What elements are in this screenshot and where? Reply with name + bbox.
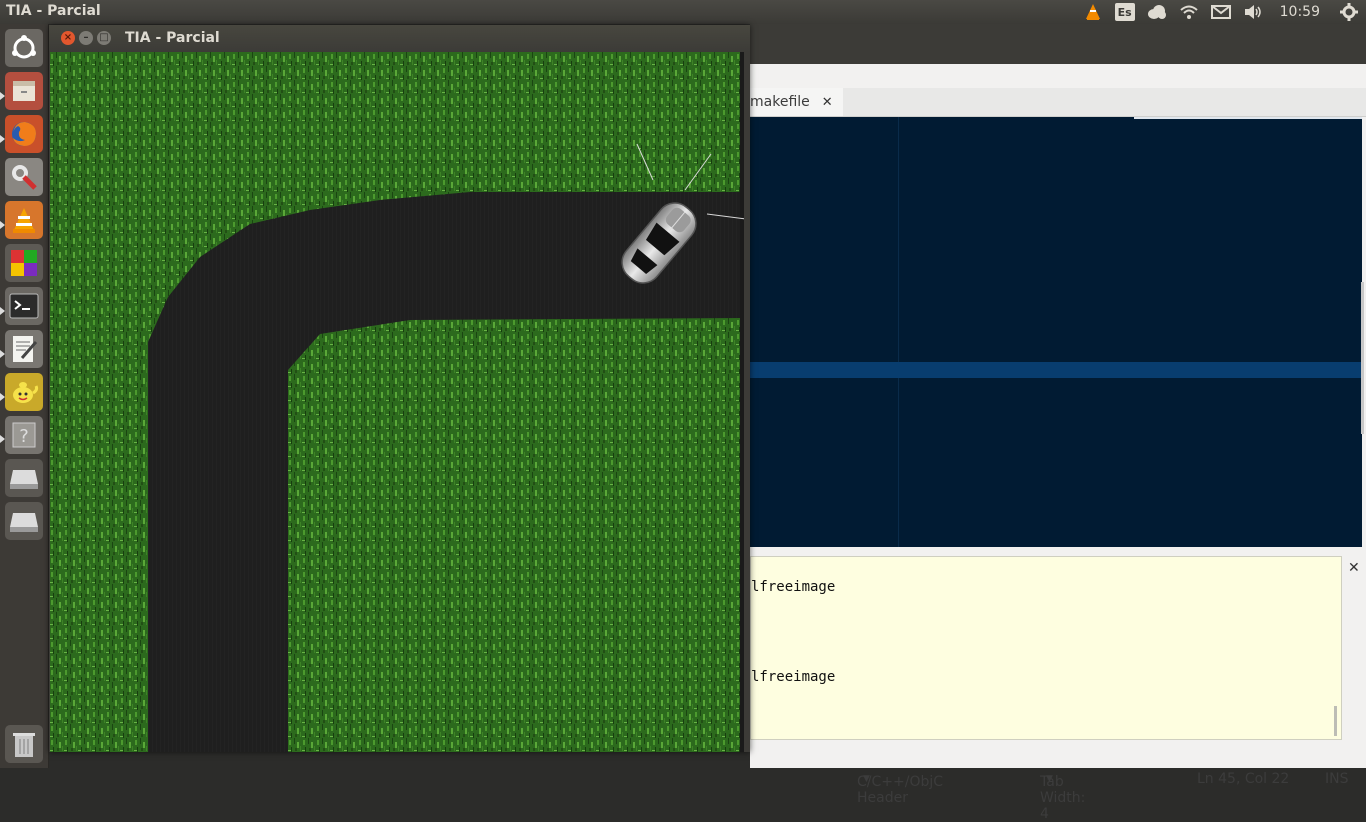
editor-tab-bar: makefile ✕ — [750, 88, 1366, 117]
running-indicator — [0, 135, 5, 143]
code-area[interactable] — [750, 117, 1362, 547]
drive-icon[interactable] — [5, 459, 43, 497]
output-pane: lfreeimage lfreeimage — [750, 556, 1342, 740]
current-line-highlight — [750, 362, 1362, 378]
running-indicator — [0, 221, 5, 229]
maximize-window-button[interactable]: □ — [97, 31, 111, 45]
terminal-icon[interactable] — [5, 287, 43, 325]
window-titlebar[interactable]: × – □ TIA - Parcial — [49, 25, 750, 52]
running-indicator — [0, 393, 5, 401]
chevron-down-icon: ▼ — [1046, 774, 1053, 784]
cursor-position: Ln 45, Col 22 — [1197, 771, 1290, 787]
cloud-icon[interactable] — [1144, 0, 1170, 24]
game-scene — [50, 52, 744, 752]
game-canvas[interactable] — [50, 52, 744, 752]
tab-label: makefile — [750, 94, 810, 110]
scroll-marker — [1134, 117, 1362, 119]
right-edge-strip — [740, 52, 744, 752]
editor-menubar — [750, 24, 1366, 64]
close-output-icon[interactable]: ✕ — [1348, 560, 1360, 576]
minimize-window-button[interactable]: – — [79, 31, 93, 45]
wifi-icon[interactable] — [1176, 0, 1202, 24]
running-indicator — [0, 435, 5, 443]
system-settings-icon[interactable] — [5, 158, 43, 196]
output-scrollbar[interactable] — [1334, 706, 1337, 736]
mail-icon[interactable] — [1208, 0, 1234, 24]
close-icon[interactable]: ✕ — [822, 95, 833, 110]
code-scrollbar[interactable] — [1361, 282, 1364, 434]
trash-icon[interactable] — [5, 725, 43, 763]
insert-mode: INS — [1325, 771, 1349, 787]
chevron-down-icon: ▼ — [863, 774, 870, 784]
gear-icon[interactable] — [1336, 0, 1362, 24]
svg-text:?: ? — [19, 426, 29, 447]
volume-icon[interactable] — [1240, 0, 1266, 24]
output-line: lfreeimage — [751, 669, 836, 685]
vlc-tray-icon[interactable] — [1080, 0, 1106, 24]
system-tray: Es 10:59 — [1074, 0, 1366, 24]
tab-makefile[interactable]: makefile ✕ — [750, 88, 843, 116]
status-bar: C/C++/ObjC Header ▼ Tab Width: 4 ▼ Ln 45, … — [857, 771, 1349, 822]
margin-line — [898, 117, 899, 547]
close-window-button[interactable]: × — [61, 31, 75, 45]
firefox-icon[interactable] — [5, 115, 43, 153]
active-window-title: TIA - Parcial — [6, 3, 101, 19]
top-panel: TIA - Parcial Es 10:59 — [0, 0, 1366, 24]
clock[interactable]: 10:59 — [1280, 4, 1320, 20]
teapot-app-icon[interactable] — [5, 373, 43, 411]
output-line: lfreeimage — [751, 579, 836, 595]
window-title: TIA - Parcial — [125, 30, 220, 46]
vlc-icon[interactable] — [5, 201, 43, 239]
editor-window: makefile ✕ lfreeimage lfreeimage ✕ C/C++… — [750, 24, 1366, 822]
keyboard-layout-indicator[interactable]: Es — [1112, 0, 1138, 24]
launcher: ? — [0, 24, 49, 768]
text-editor-icon[interactable] — [5, 330, 43, 368]
files-icon[interactable] — [5, 72, 43, 110]
game-window: × – □ TIA - Parcial — [49, 25, 750, 752]
dash-home-icon[interactable] — [5, 29, 43, 67]
drive-icon-2[interactable] — [5, 502, 43, 540]
running-indicator — [0, 307, 5, 315]
running-indicator — [0, 350, 5, 358]
workspaces-icon[interactable] — [5, 244, 43, 282]
unknown-app-icon[interactable]: ? — [5, 416, 43, 454]
